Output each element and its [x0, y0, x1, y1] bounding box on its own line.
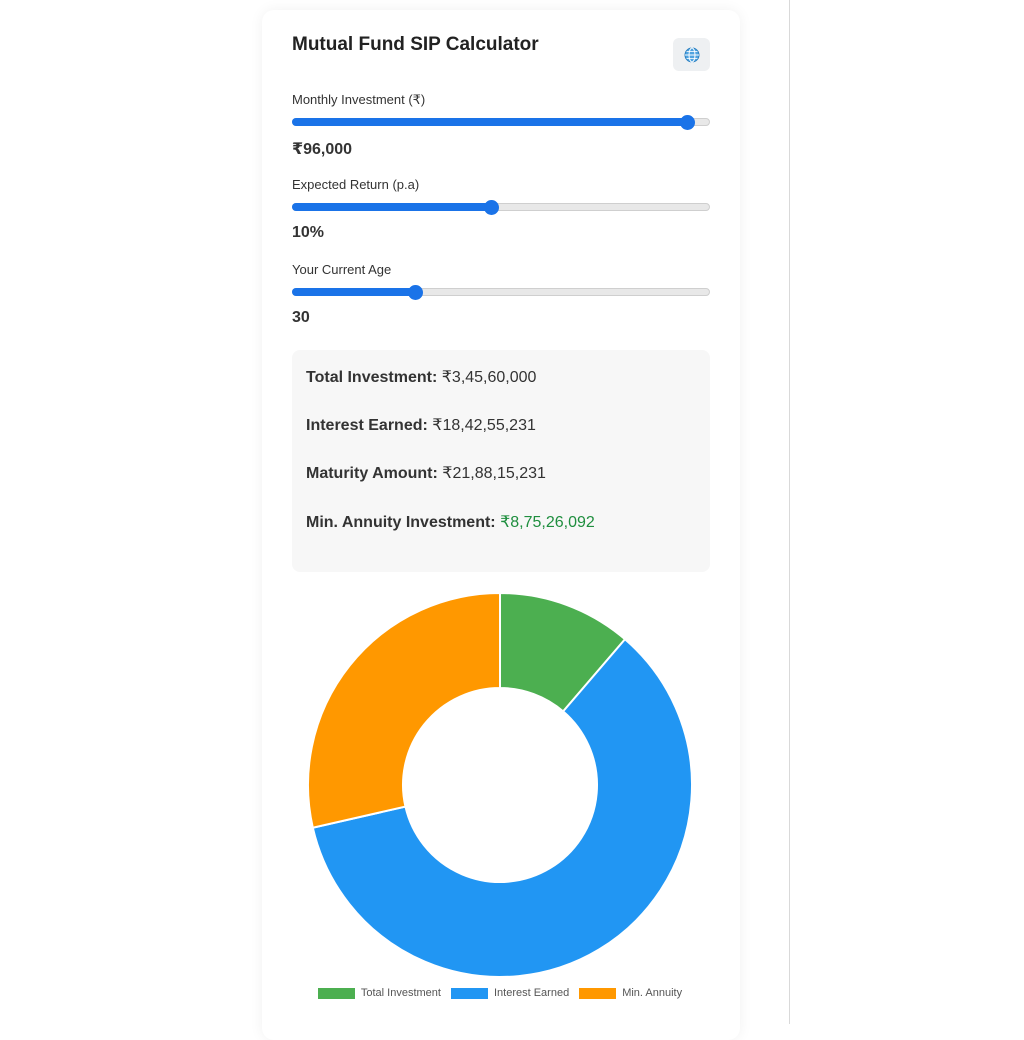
legend-swatch [450, 987, 488, 999]
current-age-slider[interactable] [292, 285, 710, 300]
page-divider [789, 0, 790, 1024]
min-annuity-row: Min. Annuity Investment: ₹8,75,26,092 [306, 512, 595, 532]
min-annuity-value: ₹8,75,26,092 [500, 514, 595, 531]
maturity-amount-row: Maturity Amount: ₹21,88,15,231 [306, 463, 546, 483]
legend-item-interest-earned[interactable]: Interest Earned [450, 987, 570, 999]
legend-swatch [317, 987, 355, 999]
slider-thumb[interactable] [483, 200, 499, 215]
maturity-amount-label: Maturity Amount: [306, 465, 438, 482]
slider-thumb[interactable] [408, 285, 424, 300]
legend-label: Min. Annuity [622, 987, 683, 999]
globe-icon [684, 47, 699, 62]
monthly-investment-slider[interactable] [292, 115, 710, 130]
results-panel: Total Investment: ₹3,45,60,000 Interest … [292, 350, 710, 572]
current-age-value: 30 [292, 309, 310, 326]
total-investment-value: ₹3,45,60,000 [441, 369, 537, 386]
legend-label: Interest Earned [493, 987, 570, 999]
monthly-investment-label: Monthly Investment (₹) [292, 92, 426, 107]
language-button[interactable] [673, 38, 710, 71]
legend-item-min-annuity[interactable]: Min. Annuity [579, 987, 682, 999]
chart-legend: Total Investment Interest Earned Min. Annu… [0, 987, 1000, 999]
interest-earned-label: Interest Earned: [306, 417, 428, 434]
total-investment-row: Total Investment: ₹3,45,60,000 [306, 367, 536, 387]
interest-earned-value: ₹18,42,55,231 [432, 417, 536, 434]
interest-earned-row: Interest Earned: ₹18,42,55,231 [306, 415, 536, 435]
current-age-label: Your Current Age [292, 262, 392, 277]
expected-return-value: 10% [292, 224, 325, 241]
monthly-investment-value: ₹96,000 [292, 141, 353, 158]
slider-fill [292, 203, 491, 211]
doughnut-chart [307, 591, 693, 978]
page-title: Mutual Fund SIP Calculator [292, 34, 539, 55]
slider-fill [292, 288, 416, 296]
legend-label: Total Investment [360, 987, 441, 999]
total-investment-label: Total Investment: [306, 369, 438, 386]
legend-item-total-investment[interactable]: Total Investment [317, 987, 441, 999]
slider-thumb[interactable] [680, 115, 695, 130]
expected-return-slider[interactable] [292, 200, 710, 215]
expected-return-label: Expected Return (p.a) [292, 177, 420, 192]
maturity-amount-value: ₹21,88,15,231 [442, 465, 546, 482]
slice-min-annuity[interactable] [307, 591, 501, 829]
min-annuity-label: Min. Annuity Investment: [306, 514, 496, 531]
legend-swatch [579, 987, 617, 999]
slider-fill [292, 118, 687, 126]
